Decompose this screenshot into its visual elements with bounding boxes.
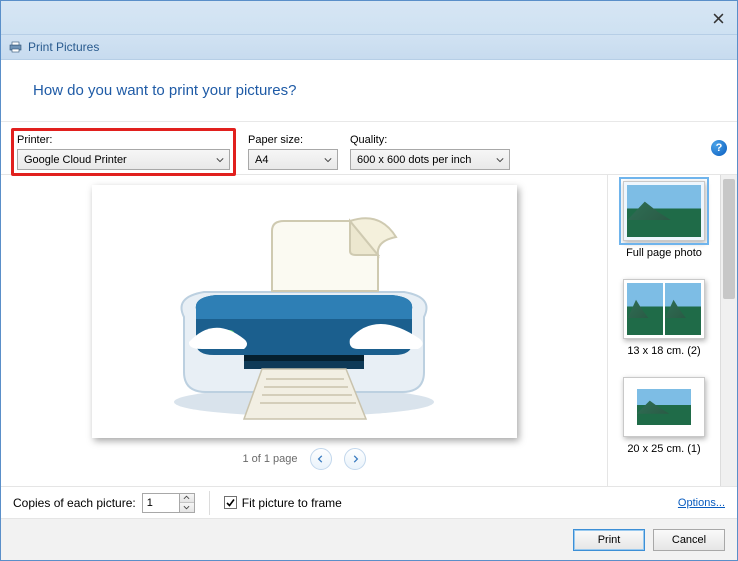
printer-value: Google Cloud Printer [24,154,127,166]
copies-group: Copies of each picture: [13,493,195,513]
quality-label: Quality: [350,134,510,146]
fit-to-frame-group[interactable]: Fit picture to frame [224,496,342,510]
chevron-down-icon [215,156,225,164]
printer-illustration [144,197,464,427]
page-status: 1 of 1 page [242,453,297,465]
paper-size-dropdown[interactable]: A4 [248,149,338,170]
window-title: Print Pictures [28,40,99,54]
next-page-button[interactable] [344,448,366,470]
layout-label: Full page photo [626,247,702,259]
quality-dropdown[interactable]: 600 x 600 dots per inch [350,149,510,170]
scrollbar-thumb[interactable] [723,179,735,299]
copies-up-button[interactable] [180,494,194,504]
scrollbar[interactable] [720,175,737,486]
separator [209,491,210,515]
copies-input[interactable] [143,494,179,512]
layout-label: 20 x 25 cm. (1) [627,443,700,455]
printer-group: Printer: Google Cloud Printer [11,128,236,176]
preview-pane: 1 of 1 page [1,175,607,486]
printer-dropdown[interactable]: Google Cloud Printer [17,149,230,170]
help-icon[interactable]: ? [711,140,727,156]
quality-group: Quality: 600 x 600 dots per inch [350,128,510,170]
copies-down-button[interactable] [180,503,194,512]
copies-label: Copies of each picture: [13,496,136,510]
paper-size-group: Paper size: A4 [248,128,338,170]
copies-spinner[interactable] [142,493,195,513]
window-title-row: Print Pictures [1,35,737,60]
body-row: 1 of 1 page Full page photo 13 x 18 cm. (… [1,174,737,486]
preview-frame [92,185,517,438]
layouts-panel: Full page photo 13 x 18 cm. (2) 20 x 25 cm… [607,175,737,486]
layout-thumb [623,279,705,339]
controls-row: Printer: Google Cloud Printer Paper size… [1,122,737,174]
chevron-down-icon [495,156,505,164]
titlebar [1,1,737,35]
paper-size-label: Paper size: [248,134,338,146]
print-button[interactable]: Print [573,529,645,551]
layout-option[interactable]: Full page photo [618,181,710,259]
close-icon[interactable] [709,9,727,27]
pager: 1 of 1 page [242,448,365,470]
print-pictures-dialog: Print Pictures How do you want to print … [0,0,738,561]
layout-option[interactable]: 13 x 18 cm. (2) [618,279,710,357]
printer-label: Printer: [17,134,230,146]
quality-value: 600 x 600 dots per inch [357,154,471,166]
chevron-down-icon [323,156,333,164]
fit-checkbox[interactable] [224,496,237,509]
paper-size-value: A4 [255,154,268,166]
layout-thumb [623,377,705,437]
prev-page-button[interactable] [310,448,332,470]
layout-label: 13 x 18 cm. (2) [627,345,700,357]
footer-options: Copies of each picture: Fit picture to f… [1,486,737,518]
printer-app-icon [9,41,22,53]
heading-row: How do you want to print your pictures? [1,60,737,121]
cancel-button[interactable]: Cancel [653,529,725,551]
layout-option[interactable]: 20 x 25 cm. (1) [618,377,710,455]
layout-thumb [623,181,705,241]
footer-buttons: Print Cancel [1,518,737,560]
fit-label: Fit picture to frame [242,496,342,510]
page-heading: How do you want to print your pictures? [33,82,296,99]
options-link[interactable]: Options... [678,497,725,509]
